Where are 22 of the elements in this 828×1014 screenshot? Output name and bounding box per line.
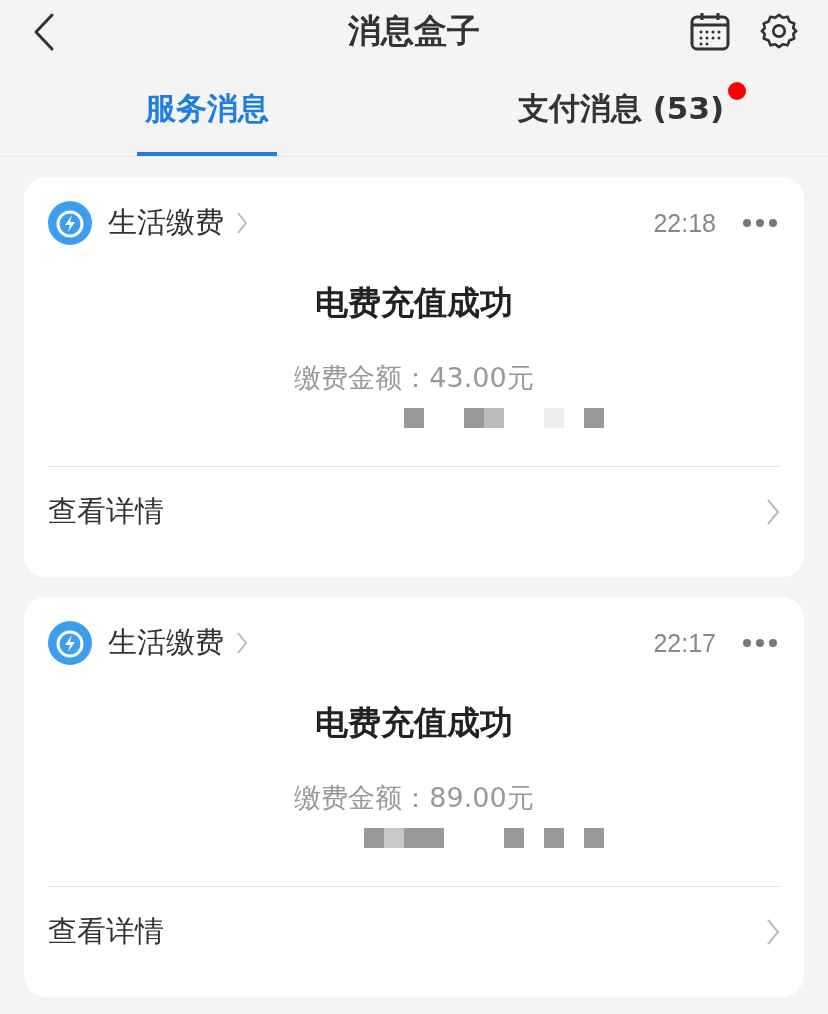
service-name[interactable]: 生活缴费 <box>108 203 224 243</box>
tab[interactable]: 支付消息 (53) <box>414 62 828 156</box>
payment-amount: 缴费金额：89.00元 <box>293 781 535 815</box>
more-icon[interactable] <box>742 218 778 228</box>
tab[interactable]: 服务消息 <box>0 62 414 156</box>
calendar-icon[interactable] <box>690 11 730 51</box>
message-title: 电费充值成功 <box>314 282 514 324</box>
chevron-icon <box>766 918 780 946</box>
more-icon[interactable] <box>742 638 778 648</box>
details-link[interactable]: 查看详情 <box>48 887 780 977</box>
droplet-bolt-icon <box>48 621 92 665</box>
service-name[interactable]: 生活缴费 <box>108 623 224 663</box>
message-time: 22:17 <box>653 628 716 658</box>
message-title: 电费充值成功 <box>314 702 514 744</box>
page-title: 消息盒子 <box>347 9 481 52</box>
chevron-icon <box>766 498 780 526</box>
droplet-bolt-icon <box>48 201 92 245</box>
payment-amount: 缴费金额：43.00元 <box>293 361 535 395</box>
details-link[interactable]: 查看详情 <box>48 467 780 557</box>
message-time: 22:18 <box>653 208 716 238</box>
settings-icon[interactable] <box>760 12 798 50</box>
back-icon[interactable] <box>32 12 56 52</box>
